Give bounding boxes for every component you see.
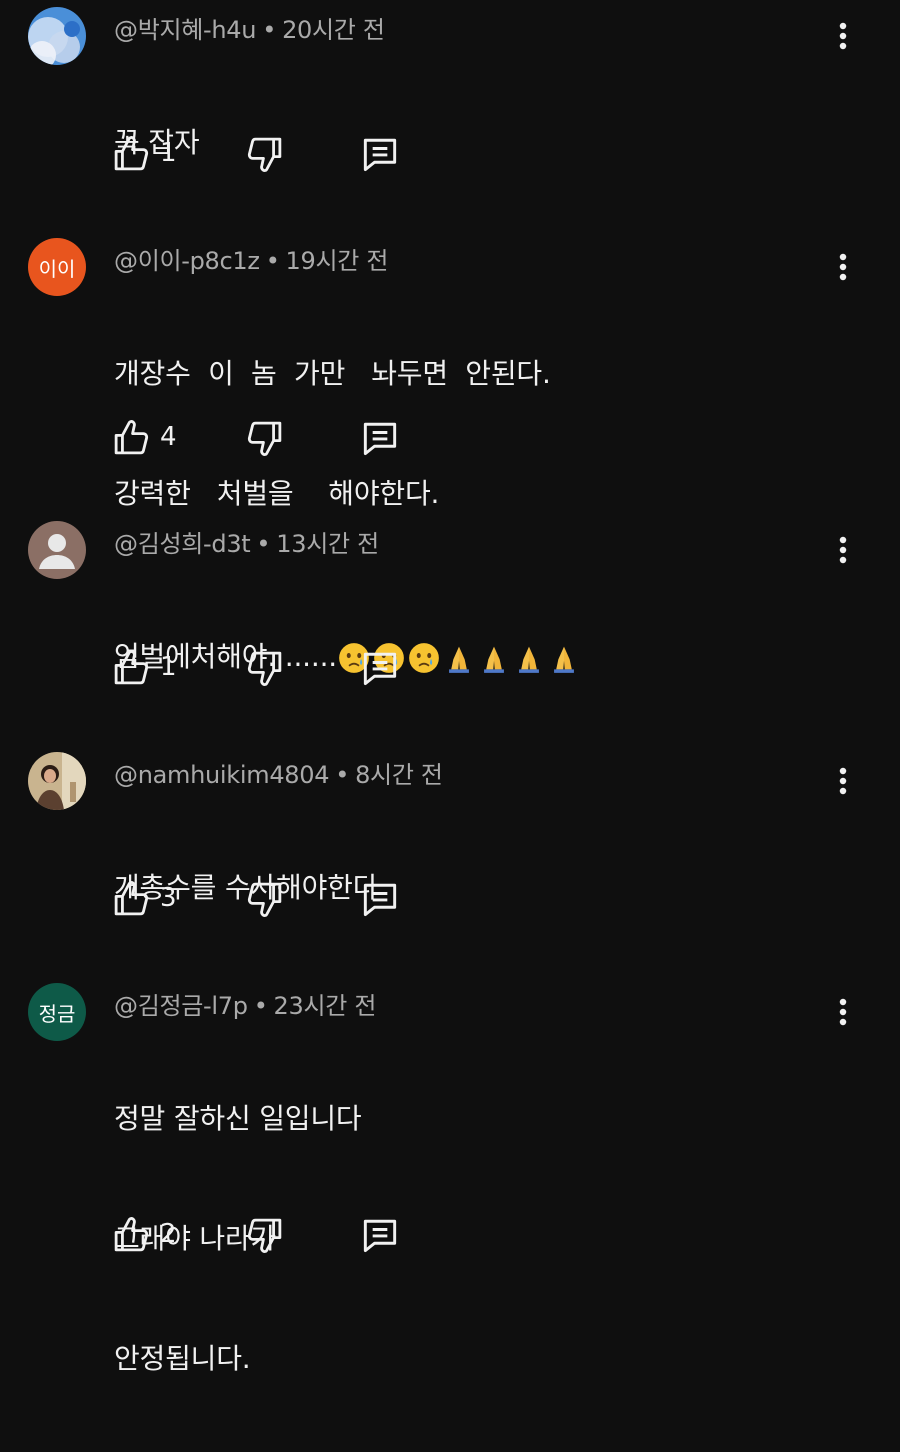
more-options-button[interactable] [828, 247, 858, 287]
comment-text: 엄벌에처해야. ...... [114, 564, 582, 750]
more-options-button[interactable] [828, 992, 858, 1032]
comment-time[interactable]: 8시간 전 [355, 761, 443, 789]
like-count: 4 [160, 422, 177, 452]
avatar[interactable] [28, 7, 86, 65]
author-name[interactable]: @박지혜-h4u [114, 16, 257, 44]
folded-hands-emoji [477, 641, 511, 675]
comment-time[interactable]: 19시간 전 [286, 247, 389, 275]
more-vert-icon [839, 997, 847, 1027]
like-count: 3 [160, 883, 177, 913]
dislike-button[interactable] [244, 877, 286, 921]
dislike-button[interactable] [244, 132, 286, 176]
comment-header: @박지혜-h4u • 20시간 전 [114, 10, 385, 45]
comment-time[interactable]: 13시간 전 [276, 530, 379, 558]
crying-face-emoji [407, 641, 441, 675]
comment-line: 엄벌에처해야. ...... [114, 630, 582, 684]
separator-dot: • [253, 992, 268, 1020]
reply-button[interactable] [358, 132, 402, 176]
folded-hands-emoji [547, 641, 581, 675]
more-vert-icon [839, 535, 847, 565]
comment-header: @김성희-d3t • 13시간 전 [114, 524, 379, 559]
more-options-button[interactable] [828, 530, 858, 570]
comment-line: 개장수 이 놈 가만 놔두면 안된다. [114, 357, 551, 390]
like-count: 1 [160, 652, 177, 682]
folded-hands-emoji [442, 641, 476, 675]
like-button[interactable] [110, 132, 152, 176]
avatar-initials: 정금 [38, 1001, 76, 1026]
reply-button[interactable] [358, 646, 402, 690]
author-name[interactable]: @namhuikim4804 [114, 761, 330, 789]
dislike-button[interactable] [244, 416, 286, 460]
avatar[interactable]: 이이 [28, 238, 86, 296]
like-count: 2 [160, 1219, 177, 1249]
author-name[interactable]: @김정금-l7p [114, 992, 248, 1020]
more-vert-icon [839, 252, 847, 282]
more-vert-icon [839, 21, 847, 51]
reply-button[interactable] [358, 416, 402, 460]
reply-button[interactable] [358, 1213, 402, 1257]
more-vert-icon [839, 766, 847, 796]
reply-button[interactable] [358, 877, 402, 921]
like-button[interactable] [110, 646, 152, 690]
avatar[interactable] [28, 752, 86, 810]
avatar[interactable] [28, 521, 86, 579]
more-options-button[interactable] [828, 16, 858, 56]
author-name[interactable]: @이이-p8c1z [114, 247, 260, 275]
separator-dot: • [335, 761, 350, 789]
comment-line: 강력한 처벌을 해야한다. [114, 477, 440, 510]
dislike-button[interactable] [244, 1213, 286, 1257]
comment-line: 정말 잘하신 일입니다 [114, 1102, 362, 1135]
folded-hands-emoji [512, 641, 546, 675]
like-count: 1 [160, 138, 177, 168]
comment-time[interactable]: 20시간 전 [282, 16, 385, 44]
author-name[interactable]: @김성희-d3t [114, 530, 251, 558]
default-person-icon [39, 534, 75, 569]
more-options-button[interactable] [828, 761, 858, 801]
separator-dot: • [256, 530, 271, 558]
like-button[interactable] [110, 1213, 152, 1257]
avatar[interactable]: 정금 [28, 983, 86, 1041]
comment-header: @namhuikim4804 • 8시간 전 [114, 755, 443, 790]
like-button[interactable] [110, 416, 152, 460]
comment-time[interactable]: 23시간 전 [274, 992, 377, 1020]
separator-dot: • [262, 16, 277, 44]
like-button[interactable] [110, 877, 152, 921]
dislike-button[interactable] [244, 646, 286, 690]
comment-header: @김정금-l7p • 23시간 전 [114, 986, 376, 1021]
comment-header: @이이-p8c1z • 19시간 전 [114, 241, 388, 276]
comment-line: 안정됩니다. [114, 1342, 251, 1375]
avatar-initials: 이이 [38, 256, 76, 281]
separator-dot: • [265, 247, 280, 275]
